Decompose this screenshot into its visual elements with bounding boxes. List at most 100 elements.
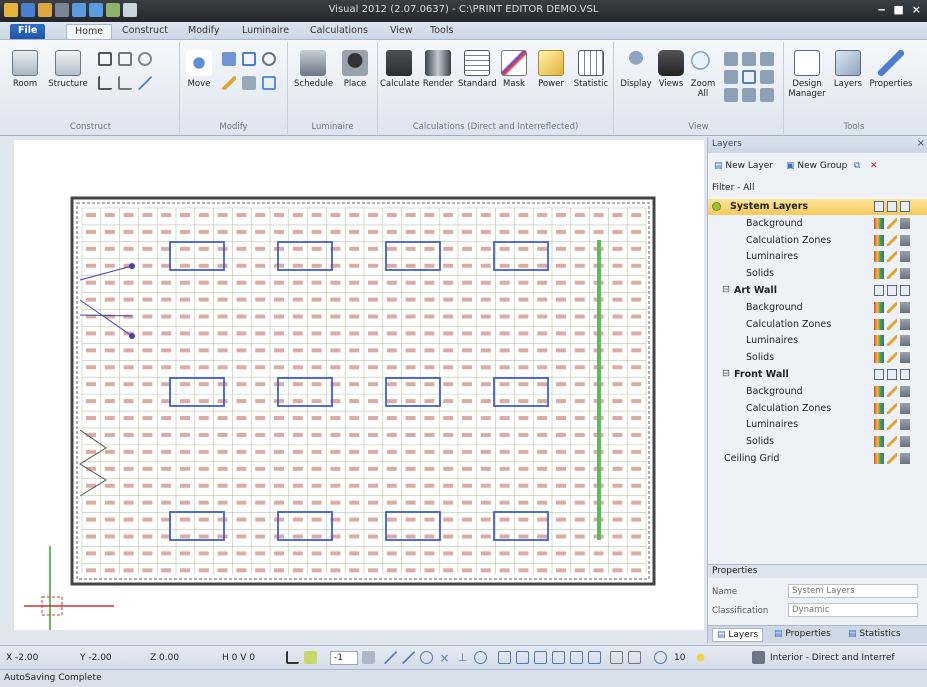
pan-left-icon[interactable]: [724, 70, 738, 84]
drawing-canvas[interactable]: [14, 140, 704, 630]
circle-icon[interactable]: [138, 52, 152, 66]
display-button[interactable]: Display: [618, 50, 654, 89]
layer-filter[interactable]: Filter - All: [712, 183, 754, 193]
layer-edit-icon[interactable]: [887, 234, 897, 246]
layer-edit-icon[interactable]: [887, 217, 897, 229]
layer-edit-icon[interactable]: [887, 402, 897, 414]
layer-lock-icon[interactable]: [900, 217, 910, 229]
pan-up-icon[interactable]: [724, 52, 738, 66]
group-toggle-icon[interactable]: [874, 285, 884, 296]
expand-icon[interactable]: ⊟: [722, 368, 730, 379]
luminaire[interactable]: [169, 241, 225, 271]
layer-lock-icon[interactable]: [900, 352, 910, 364]
luminaire-fixtures[interactable]: [169, 241, 549, 541]
layer-lock-icon[interactable]: [900, 436, 910, 448]
square-icon[interactable]: [118, 52, 132, 66]
art-wall-zone[interactable]: [597, 240, 601, 540]
group-toggle-icon[interactable]: [887, 285, 897, 296]
layer-color-icon[interactable]: [874, 301, 884, 313]
tab-view[interactable]: View: [382, 24, 421, 39]
layer-row[interactable]: Background: [708, 300, 927, 316]
new-group-button[interactable]: ▣ New Group: [786, 161, 847, 171]
layer-color-icon[interactable]: [874, 234, 884, 246]
layer-row[interactable]: Solids: [708, 434, 927, 450]
layer-row[interactable]: Background: [708, 384, 927, 400]
new-layer-button[interactable]: ▤ New Layer: [714, 161, 773, 171]
group-toggle-icon[interactable]: [900, 201, 910, 212]
snap-midpoint-icon[interactable]: [516, 651, 529, 664]
layer-lock-icon[interactable]: [900, 419, 910, 431]
scale-icon[interactable]: [262, 76, 276, 90]
render-button[interactable]: Render: [420, 50, 456, 89]
schedule-button[interactable]: Schedule: [294, 50, 333, 89]
layer-edit-icon[interactable]: [887, 301, 897, 313]
group-toggle-icon[interactable]: [887, 369, 897, 380]
layer-lock-icon[interactable]: [900, 234, 910, 246]
layer-edit-icon[interactable]: [887, 251, 897, 263]
tab-home[interactable]: Home: [66, 24, 113, 39]
calculation-mode[interactable]: Interior - Direct and Interref: [770, 653, 895, 663]
zoom-all-button[interactable]: Zoom All: [688, 50, 718, 99]
properties-button[interactable]: Properties: [868, 50, 914, 89]
layer-lock-icon[interactable]: [900, 318, 910, 330]
layer-lock-icon[interactable]: [900, 453, 910, 464]
layer-edit-icon[interactable]: [887, 352, 897, 364]
layer-lock-icon[interactable]: [900, 251, 910, 263]
layer-edit-icon[interactable]: [887, 453, 897, 464]
snap-box-icon[interactable]: [498, 651, 511, 664]
luminaire[interactable]: [277, 377, 333, 407]
room-button[interactable]: Room: [8, 50, 42, 89]
level-dropdown-icon[interactable]: [362, 651, 375, 664]
pan-down-icon[interactable]: [742, 52, 756, 66]
layer-lock-icon[interactable]: [900, 268, 910, 280]
group-toggle-icon[interactable]: [900, 369, 910, 380]
zoom-out-icon[interactable]: [760, 70, 774, 84]
view-prev-icon[interactable]: [724, 88, 738, 102]
layer-edit-icon[interactable]: [887, 268, 897, 280]
layer-color-icon[interactable]: [874, 335, 884, 347]
filter-value[interactable]: - All: [737, 183, 754, 193]
layer-color-icon[interactable]: [874, 436, 884, 448]
layer-row[interactable]: Luminaires: [708, 249, 927, 265]
layer-color-icon[interactable]: [874, 453, 884, 464]
layer-color-icon[interactable]: [874, 352, 884, 364]
snap-perp-icon[interactable]: ⊥: [456, 651, 469, 664]
calc-mode-icon[interactable]: [752, 651, 765, 664]
layer-color-icon[interactable]: [874, 318, 884, 330]
tab-layers[interactable]: ▤ Layers: [712, 628, 764, 642]
standard-button[interactable]: Standard: [458, 50, 497, 89]
layers-button[interactable]: Layers: [830, 50, 866, 89]
close-button[interactable]: ×: [912, 3, 921, 16]
layer-row[interactable]: Calculation Zones: [708, 233, 927, 249]
layer-color-icon[interactable]: [874, 268, 884, 280]
layer-row[interactable]: Solids: [708, 266, 927, 282]
layer-edit-icon[interactable]: [887, 385, 897, 397]
layer-lock-icon[interactable]: [900, 385, 910, 397]
layer-edit-icon[interactable]: [887, 419, 897, 431]
layer-row[interactable]: Calculation Zones: [708, 401, 927, 417]
layer-lock-icon[interactable]: [900, 402, 910, 414]
place-button[interactable]: Place: [338, 50, 372, 89]
views-button[interactable]: Views: [656, 50, 686, 89]
rotate-icon[interactable]: [262, 52, 276, 66]
statistic-button[interactable]: Statistic: [572, 50, 610, 89]
array-icon[interactable]: [222, 52, 236, 66]
property-name-field[interactable]: System Layers: [788, 584, 918, 598]
tab-file[interactable]: File: [10, 24, 46, 39]
layer-lock-icon[interactable]: [900, 335, 910, 347]
group-toggle-icon[interactable]: [900, 285, 910, 296]
layer-color-icon[interactable]: [874, 385, 884, 397]
tab-construct[interactable]: Construct: [114, 24, 176, 39]
aim-point[interactable]: [129, 333, 135, 339]
luminaire[interactable]: [169, 377, 225, 407]
floor-plan-drawing[interactable]: [14, 140, 704, 630]
pencil-icon[interactable]: [222, 76, 236, 90]
mirror-icon[interactable]: [242, 76, 256, 90]
mask-button[interactable]: Mask: [498, 50, 530, 89]
layer-row[interactable]: System Layers: [708, 199, 927, 215]
copy-layer-icon[interactable]: ⧉: [854, 161, 860, 171]
panel-close-icon[interactable]: ×: [917, 138, 925, 149]
window-icon[interactable]: [628, 651, 641, 664]
power-button[interactable]: Power: [534, 50, 568, 89]
light-count-icon[interactable]: [654, 651, 667, 664]
